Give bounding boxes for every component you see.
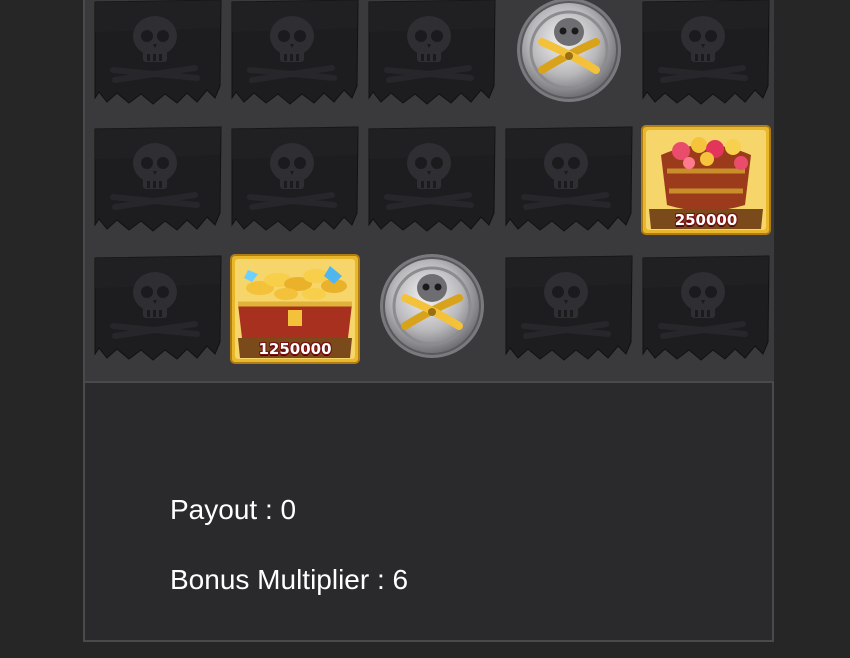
pirate-coin-tile bbox=[367, 254, 497, 364]
payout-text: Payout : 0 bbox=[170, 494, 297, 525]
skull-flag-tile bbox=[641, 254, 771, 364]
skull-flag-tile bbox=[504, 254, 634, 364]
reel-grid: 250000 1250000 bbox=[85, 0, 774, 383]
treasure-chest-tile: 1250000 bbox=[230, 254, 360, 364]
skull-flag-tile bbox=[367, 0, 497, 108]
skull-flag-tile bbox=[230, 125, 360, 235]
gem-barrel-tile: 250000 bbox=[641, 125, 771, 235]
skull-flag-tile bbox=[641, 0, 771, 108]
pirate-coin-tile bbox=[504, 0, 634, 108]
prize-value: 1250000 bbox=[258, 340, 332, 358]
game-panel: 250000 1250000 Payout: 0 Bonus Multipli… bbox=[83, 0, 774, 642]
skull-flag-tile bbox=[367, 125, 497, 235]
skull-flag-tile bbox=[93, 254, 223, 364]
skull-flag-tile bbox=[230, 0, 360, 108]
skull-flag-tile bbox=[504, 125, 634, 235]
skull-flag-tile bbox=[93, 125, 223, 235]
prize-value: 250000 bbox=[674, 211, 738, 229]
skull-flag-tile bbox=[93, 0, 223, 108]
bonus-multiplier-text: Bonus Multiplier : 6 bbox=[170, 564, 409, 595]
